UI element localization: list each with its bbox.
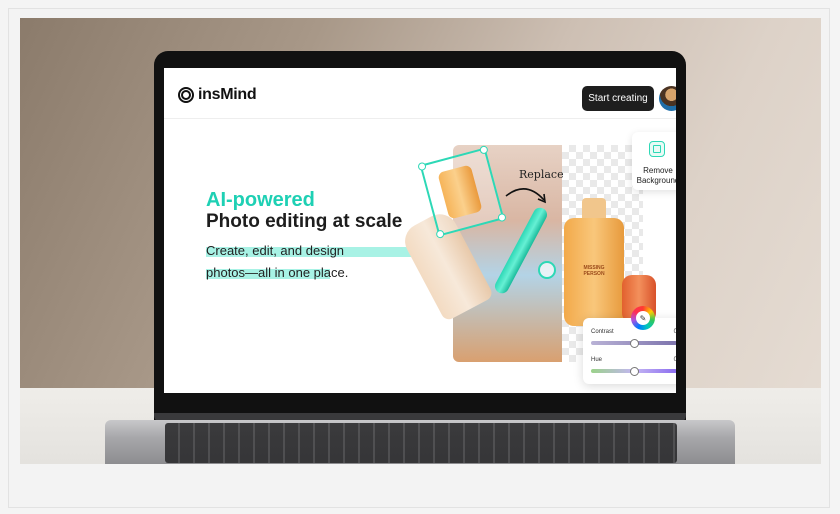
hue-slider-thumb[interactable] — [630, 367, 639, 376]
laptop-screen: insMind Start creating AI-powered Photo … — [164, 68, 676, 393]
headline-main: Photo editing at scale — [206, 211, 403, 232]
subheadline-line-2: photos—all in one place. — [206, 265, 349, 280]
hue-label: Hue — [591, 357, 603, 363]
contrast-value: 0 — [673, 329, 676, 335]
start-creating-button[interactable]: Start creating — [582, 86, 654, 111]
brand-logo[interactable]: insMind — [178, 86, 257, 104]
hue-value: 0 — [673, 357, 676, 363]
curved-arrow-icon — [505, 188, 546, 204]
avatar-icon[interactable] — [659, 86, 676, 111]
brand-name: insMind — [198, 86, 257, 103]
keyboard — [165, 423, 677, 463]
laptop-photo: insMind Start creating AI-powered Photo … — [20, 18, 821, 464]
remove-background-icon — [649, 141, 665, 157]
product-label: MISSING PERSON — [583, 265, 605, 277]
color-picker-icon[interactable]: ✎ — [631, 306, 655, 330]
camera-notch — [390, 51, 452, 65]
headline-accent: AI-powered — [206, 189, 315, 211]
contrast-slider-thumb[interactable] — [630, 339, 639, 348]
remove-background-card[interactable]: Remove Background — [632, 132, 676, 190]
resize-handle[interactable] — [417, 161, 427, 172]
header-divider — [164, 118, 676, 119]
remove-background-label: Remove Background — [636, 166, 676, 185]
subheadline-line-1: Create, edit, and design — [206, 243, 345, 258]
contrast-label: Contrast — [591, 329, 614, 335]
insmind-logo-icon — [178, 87, 194, 103]
pump-bottle-neck — [582, 198, 606, 220]
wand-cursor — [538, 261, 556, 279]
adjustment-panel: Contrast 0 Hue 0 — [583, 318, 676, 384]
eyedropper-icon: ✎ — [636, 311, 650, 325]
